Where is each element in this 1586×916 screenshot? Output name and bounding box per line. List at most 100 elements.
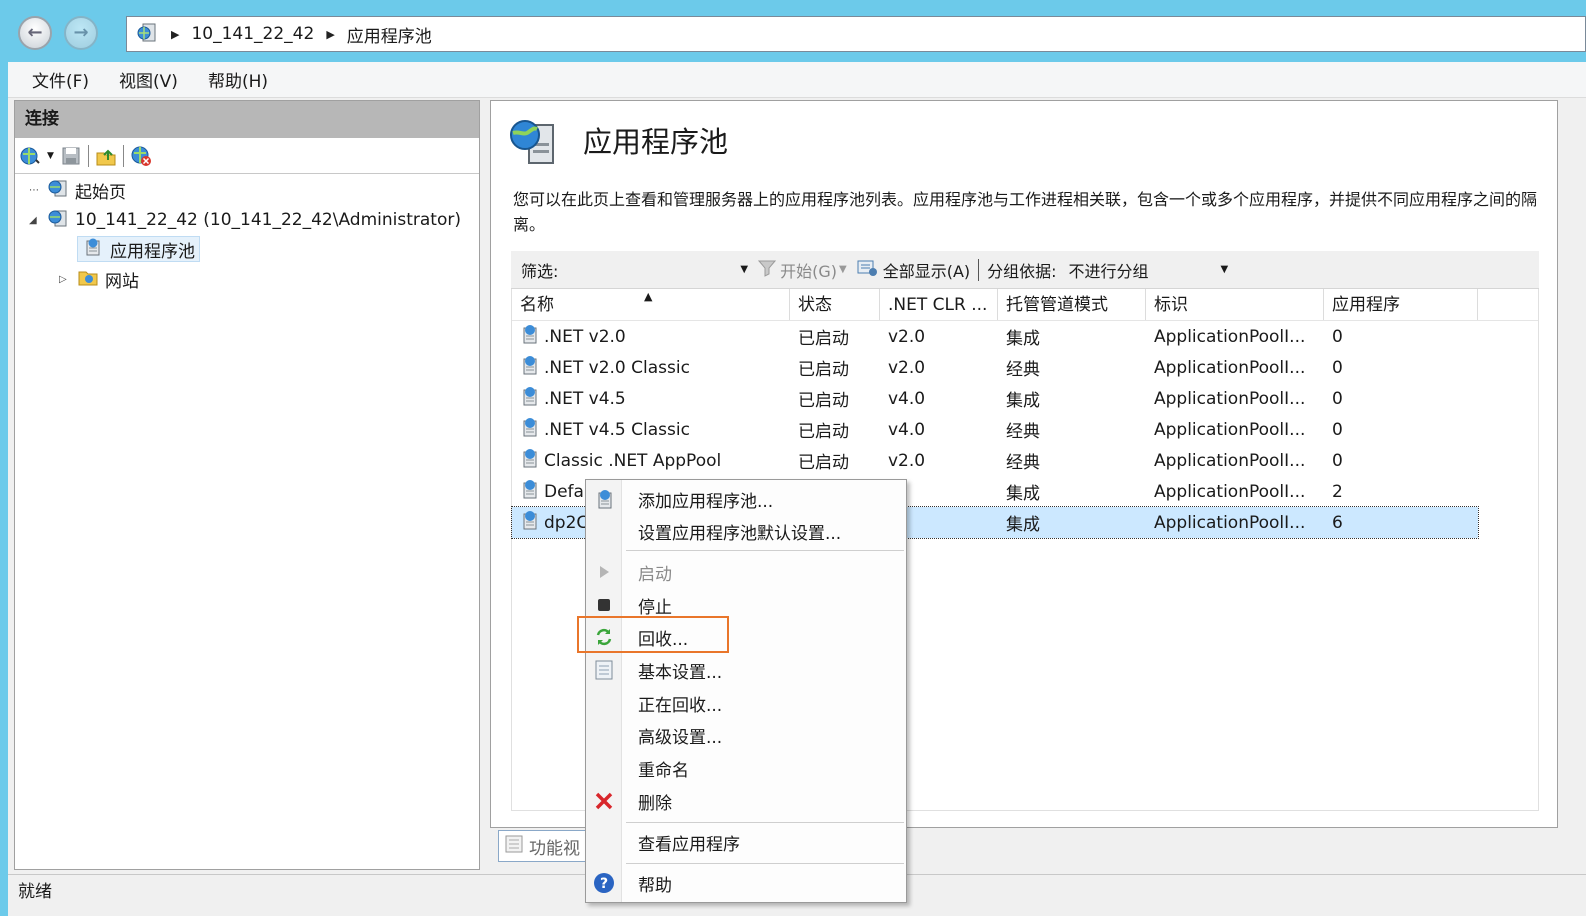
filter-dropdown-icon[interactable]: ▼ bbox=[740, 264, 748, 275]
app-pool-icon bbox=[82, 237, 104, 262]
app-pools-header-icon bbox=[507, 117, 561, 172]
menu-item-start[interactable]: 启动 bbox=[586, 557, 906, 587]
cell-text: .NET v4.5 Classic bbox=[544, 419, 690, 440]
column-name[interactable]: 名称 ▲ bbox=[512, 289, 790, 320]
funnel-icon bbox=[758, 259, 777, 281]
up-level-icon[interactable] bbox=[95, 145, 117, 167]
table-row[interactable]: .NET v2.0 已启动 v2.0 集成 ApplicationPoolI... 0 bbox=[512, 321, 1538, 352]
cell-text: 0 bbox=[1332, 450, 1343, 471]
cell-state: 已启动 bbox=[790, 324, 880, 349]
menu-separator bbox=[626, 863, 904, 864]
cell-identity: ApplicationPoolI... bbox=[1146, 358, 1324, 378]
cell-name: .NET v4.5 Classic bbox=[512, 416, 790, 443]
menu-item-basic-settings[interactable]: 基本设置... bbox=[586, 655, 906, 685]
menu-label: 停止 bbox=[638, 597, 672, 618]
cell-clr-version: v2.0 bbox=[880, 451, 998, 471]
save-icon[interactable] bbox=[60, 145, 82, 167]
menu-help[interactable]: 帮助(H) bbox=[208, 67, 268, 92]
start-page-icon bbox=[47, 178, 69, 203]
column-pipeline[interactable]: 托管管道模式 bbox=[998, 289, 1146, 320]
cell-text: 已启动 bbox=[798, 453, 849, 473]
connections-toolbar: ▼ bbox=[15, 138, 479, 174]
cell-text: v2.0 bbox=[888, 326, 926, 347]
cell-text: v2.0 bbox=[888, 357, 926, 378]
tree-item-app-pools[interactable]: 应用程序池 bbox=[77, 236, 200, 262]
sort-ascending-icon: ▲ bbox=[644, 290, 653, 303]
menu-bar: 文件(F) 视图(V) 帮助(H) bbox=[8, 62, 1586, 98]
cell-identity: ApplicationPoolI... bbox=[1146, 482, 1324, 502]
group-by-select[interactable]: 不进行分组 bbox=[1069, 258, 1219, 282]
menu-item-help[interactable]: ? 帮助 bbox=[586, 868, 906, 898]
menu-item-delete[interactable]: 删除 bbox=[586, 786, 906, 816]
cell-text: 0 bbox=[1332, 326, 1343, 347]
menu-item-rename[interactable]: 重命名 bbox=[586, 753, 906, 783]
filter-separator bbox=[978, 258, 980, 281]
app-pool-icon bbox=[518, 509, 540, 536]
forward-button[interactable]: → bbox=[64, 16, 98, 50]
cell-applications: 6 bbox=[1324, 513, 1474, 533]
menu-label: 基本设置... bbox=[638, 662, 723, 683]
features-view-icon bbox=[505, 835, 523, 858]
tree-item-start-page[interactable]: ⋯ 起始页 bbox=[29, 177, 126, 203]
cell-text: .NET v2.0 bbox=[544, 326, 626, 347]
menu-item-set-defaults[interactable]: 设置应用程序池默认设置... bbox=[586, 516, 906, 546]
cell-identity: ApplicationPoolI... bbox=[1146, 420, 1324, 440]
menu-item-add-app-pool[interactable]: 添加应用程序池... bbox=[586, 484, 906, 514]
table-row[interactable]: Classic .NET AppPool 已启动 v2.0 经典 Application… bbox=[512, 445, 1538, 476]
page-description: 您可以在此页上查看和管理服务器上的应用程序池列表。应用程序池与工作进程相关联，包… bbox=[513, 190, 1538, 234]
dropdown-arrow-icon[interactable]: ▼ bbox=[47, 151, 54, 161]
menu-label: 帮助 bbox=[638, 875, 672, 896]
toolbar-separator bbox=[87, 144, 89, 167]
address-bar-area: ← → ▶ 10_141_22_42 ▶ 应用程序池 bbox=[8, 0, 1586, 62]
group-by-dropdown-icon[interactable]: ▼ bbox=[1221, 264, 1229, 275]
menu-item-recycling[interactable]: 正在回收... bbox=[586, 688, 906, 718]
start-filter-button[interactable]: 开始(G) bbox=[780, 258, 837, 282]
app-pool-icon bbox=[518, 416, 540, 443]
expand-triangle-icon[interactable]: ▷ bbox=[59, 274, 71, 285]
column-applications[interactable]: 应用程序 bbox=[1324, 289, 1478, 320]
cell-applications: 2 bbox=[1324, 482, 1474, 502]
cell-text: 已启动 bbox=[798, 422, 849, 442]
cell-pipeline-mode: 经典 bbox=[998, 448, 1146, 473]
features-view-tab[interactable]: 功能视 bbox=[498, 830, 594, 862]
column-clr[interactable]: .NET CLR ... bbox=[880, 289, 998, 320]
menu-item-advanced-settings[interactable]: 高级设置... bbox=[586, 720, 906, 750]
back-button[interactable]: ← bbox=[18, 16, 52, 50]
column-identity[interactable]: 标识 bbox=[1146, 289, 1324, 320]
tree-item-sites[interactable]: ▷ 网站 bbox=[59, 266, 139, 292]
back-arrow-icon: ← bbox=[27, 22, 43, 43]
cell-pipeline-mode: 经典 bbox=[998, 417, 1146, 442]
cell-applications: 0 bbox=[1324, 451, 1474, 471]
tree-item-server[interactable]: ◢ 10_141_22_42 (10_141_22_42\Administrat… bbox=[29, 207, 461, 233]
cell-applications: 0 bbox=[1324, 420, 1474, 440]
cell-text: v4.0 bbox=[888, 388, 926, 409]
show-all-button[interactable]: 全部显示(A) bbox=[883, 258, 970, 282]
filter-label: 筛选: bbox=[521, 261, 559, 281]
tree-label: 10_141_22_42 (10_141_22_42\Administrator… bbox=[75, 210, 461, 230]
menu-view[interactable]: 视图(V) bbox=[119, 67, 178, 92]
cell-text: 0 bbox=[1332, 419, 1343, 440]
connect-globe-icon[interactable] bbox=[19, 145, 41, 167]
address-bar[interactable]: ▶ 10_141_22_42 ▶ 应用程序池 bbox=[126, 16, 1586, 52]
filter-input[interactable] bbox=[558, 255, 739, 284]
breadcrumb-app-pools[interactable]: 应用程序池 bbox=[347, 22, 432, 47]
server-icon bbox=[47, 208, 69, 233]
menu-file[interactable]: 文件(F) bbox=[32, 67, 89, 92]
breadcrumb-server[interactable]: 10_141_22_42 bbox=[191, 24, 314, 44]
cell-text: 集成 bbox=[1006, 391, 1040, 411]
start-dropdown-icon[interactable]: ▼ bbox=[839, 264, 847, 275]
sites-folder-icon bbox=[77, 267, 99, 292]
table-row[interactable]: .NET v2.0 Classic 已启动 v2.0 经典 ApplicationPoo… bbox=[512, 352, 1538, 383]
menu-label: 重命名 bbox=[638, 760, 689, 781]
cell-applications: 0 bbox=[1324, 327, 1474, 347]
table-row[interactable]: .NET v4.5 已启动 v4.0 集成 ApplicationPoolI... 0 bbox=[512, 383, 1538, 414]
cell-text: ApplicationPoolI... bbox=[1154, 388, 1306, 409]
collapse-triangle-icon[interactable]: ◢ bbox=[29, 215, 41, 226]
disconnect-icon[interactable] bbox=[130, 145, 152, 167]
menu-item-view-applications[interactable]: 查看应用程序 bbox=[586, 827, 906, 857]
breadcrumb-separator-icon: ▶ bbox=[171, 27, 180, 41]
cell-pipeline-mode: 集成 bbox=[998, 510, 1146, 535]
column-state[interactable]: 状态 bbox=[790, 289, 880, 320]
table-row[interactable]: .NET v4.5 Classic 已启动 v4.0 经典 ApplicationPoo… bbox=[512, 414, 1538, 445]
connections-panel: 连接 ▼ ⋯ 起始页 ◢ 10_141_22_42 (10_141_22_42\… bbox=[14, 100, 480, 870]
